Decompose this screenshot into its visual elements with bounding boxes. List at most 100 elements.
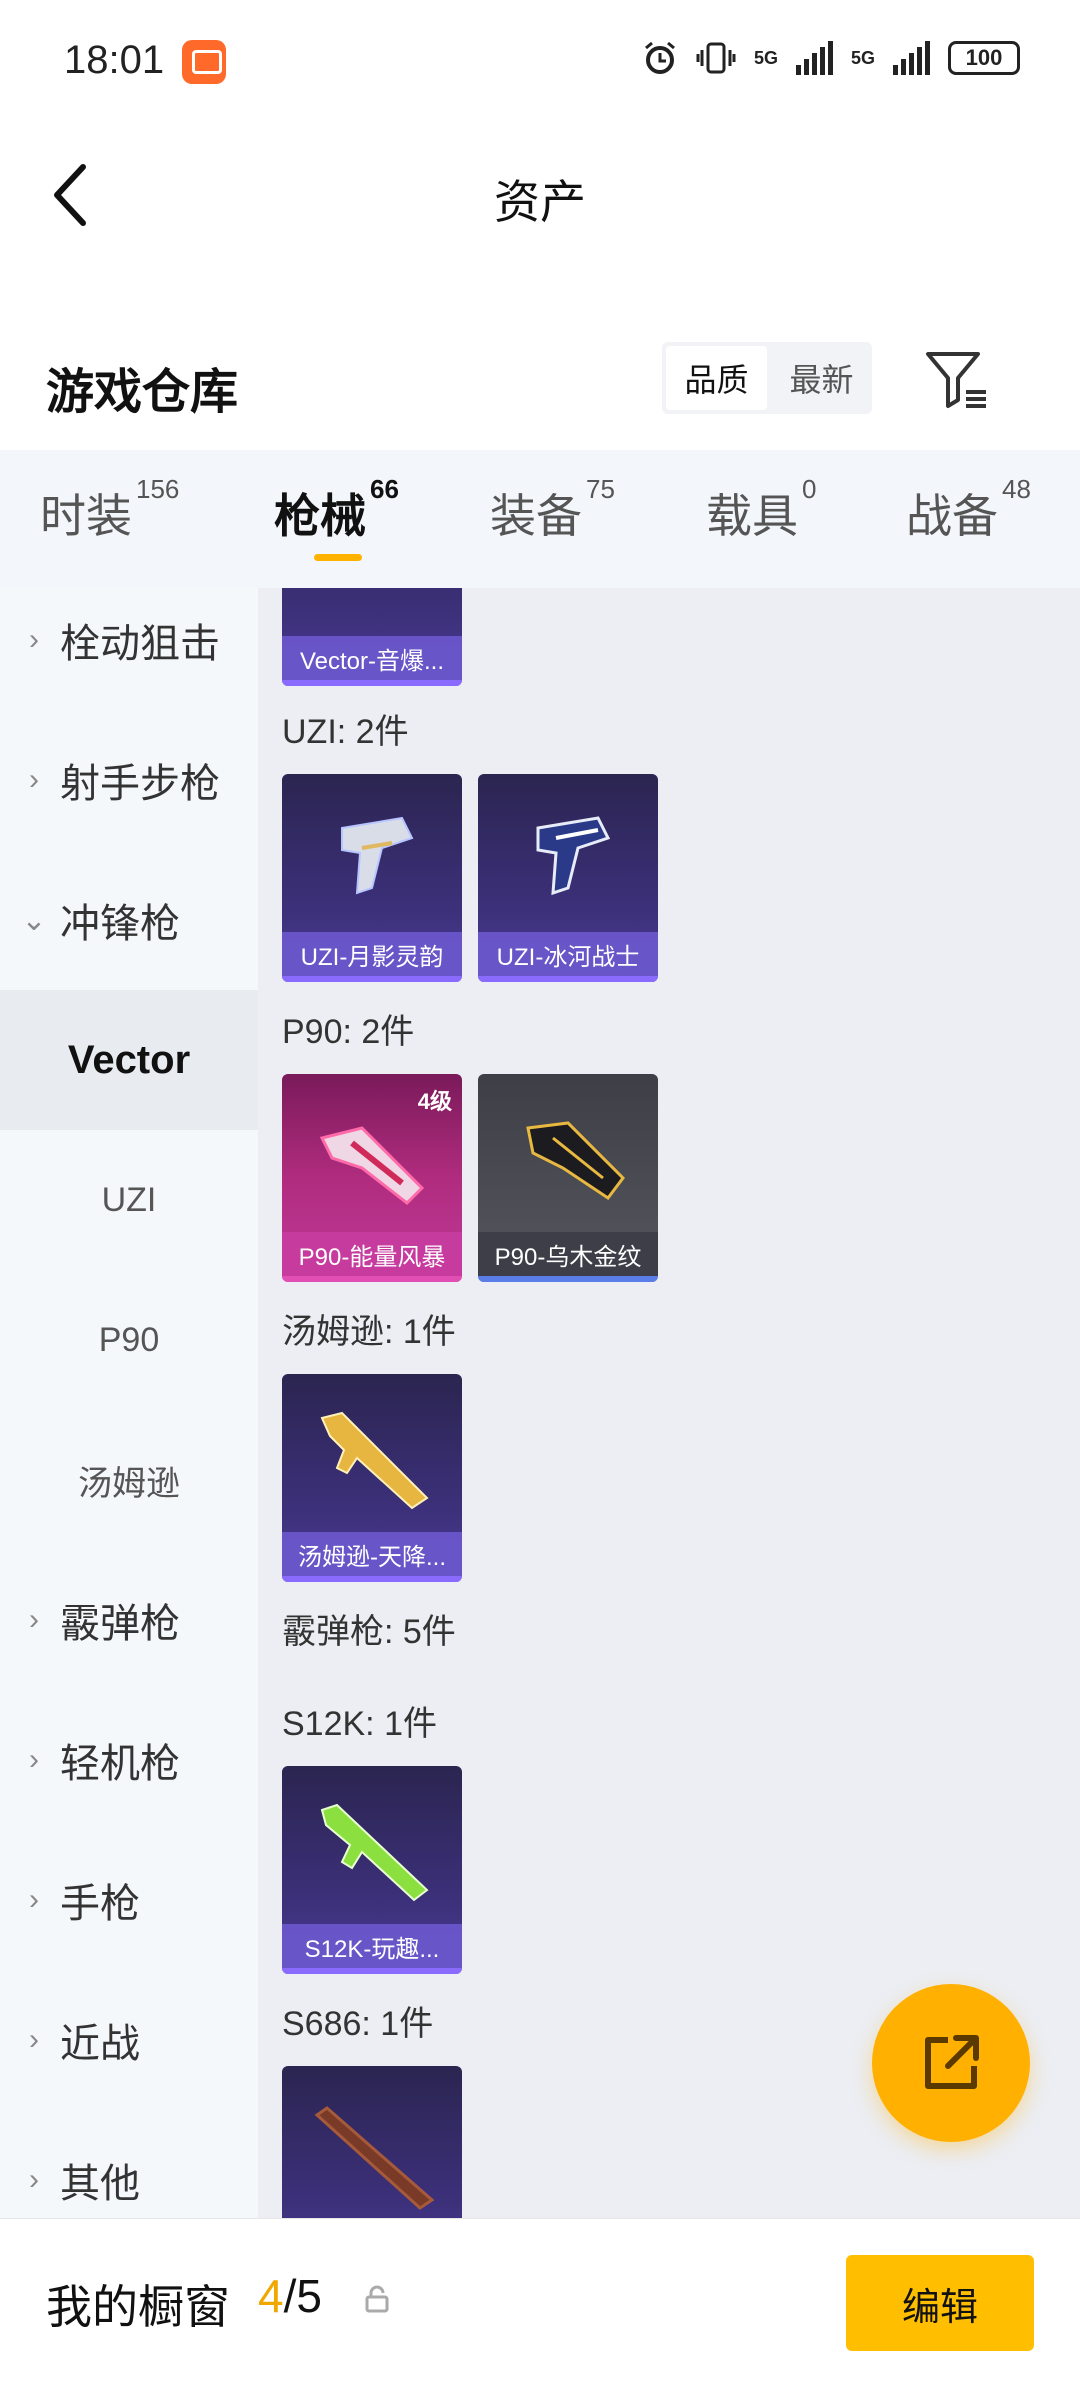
sort-quality-button[interactable]: 品质 bbox=[666, 346, 767, 410]
skin-card-s12k[interactable]: S12K-玩趣... bbox=[282, 1766, 462, 1974]
category-tabs: 时装156 枪械66 装备75 载具0 战备48 bbox=[0, 450, 1080, 588]
showcase-bar: 我的橱窗 4/5 编辑 bbox=[0, 2218, 1080, 2382]
s12k-weapon-icon bbox=[320, 1803, 429, 1902]
tab-label: 战备 bbox=[906, 490, 998, 542]
status-icons: 5G 5G 100 bbox=[642, 40, 1020, 76]
group-label-thompson: 汤姆逊: 1件 bbox=[282, 1313, 456, 1351]
sidebar-item-label: 近战 bbox=[60, 2022, 140, 2066]
sidebar-item-label: 手枪 bbox=[60, 1882, 140, 1926]
group-label-shotgun: 霰弹枪: 5件 bbox=[282, 1613, 456, 1651]
skin-card-uzi-1[interactable]: UZI-月影灵韵 bbox=[282, 774, 462, 982]
tab-vehicles[interactable]: 载具0 bbox=[706, 474, 816, 546]
thompson-weapon-icon bbox=[320, 1411, 429, 1510]
skin-card-uzi-2[interactable]: UZI-冰河战士 bbox=[478, 774, 658, 982]
sidebar-item-label: 轻机枪 bbox=[60, 1742, 180, 1786]
tab-label: 时装 bbox=[40, 490, 132, 542]
skin-card-caption: UZI-月影灵韵 bbox=[282, 932, 462, 976]
rarity-bar bbox=[282, 1968, 462, 1974]
lock-icon bbox=[365, 2285, 389, 2313]
signal-icon-1 bbox=[795, 41, 833, 75]
status-bar: 18:01 5G 5G 100 bbox=[0, 0, 1080, 120]
skin-card-caption: S12K-玩趣... bbox=[282, 1924, 462, 1968]
sidebar-item-other[interactable]: › 其他 bbox=[0, 2110, 258, 2218]
rarity-bar bbox=[282, 1576, 462, 1582]
tab-label: 载具 bbox=[706, 490, 798, 542]
sidebar-item-shotgun[interactable]: › 霰弹枪 bbox=[0, 1550, 258, 1690]
sidebar-item-label: P90 bbox=[98, 1320, 160, 1359]
sidebar-item-bolt-sniper[interactable]: › 栓动狙击 bbox=[0, 588, 258, 710]
group-label-uzi: UZI: 2件 bbox=[282, 713, 409, 751]
p90-weapon-icon bbox=[319, 1126, 425, 1205]
p90-weapon-icon bbox=[526, 1121, 625, 1201]
tab-count: 156 bbox=[136, 474, 180, 504]
group-label-s686: S686: 1件 bbox=[282, 2005, 434, 2043]
sidebar-item-melee[interactable]: › 近战 bbox=[0, 1970, 258, 2110]
sidebar-item-label: UZI bbox=[101, 1180, 157, 1219]
skin-card-caption: P90-乌木金纹 bbox=[478, 1232, 658, 1276]
sidebar-item-marksman-rifle[interactable]: › 射手步枪 bbox=[0, 710, 258, 850]
tab-firearms[interactable]: 枪械66 bbox=[274, 474, 399, 546]
tab-count: 0 bbox=[802, 474, 817, 504]
tab-count: 75 bbox=[586, 474, 615, 504]
rarity-bar bbox=[478, 976, 658, 982]
status-time: 18:01 bbox=[64, 38, 165, 82]
skin-card-caption: 汤姆逊-天降... bbox=[282, 1532, 462, 1576]
tab-supplies[interactable]: 战备48 bbox=[906, 474, 1031, 546]
sidebar-item-label: 汤姆逊 bbox=[78, 1464, 180, 1503]
sidebar-sub-thompson[interactable]: 汤姆逊 bbox=[0, 1410, 258, 1550]
vibrate-icon bbox=[696, 42, 736, 74]
group-label-p90: P90: 2件 bbox=[282, 1013, 415, 1051]
showcase-title: 我的橱窗 bbox=[46, 2281, 230, 2333]
sidebar-item-label: Vector bbox=[67, 1037, 191, 1082]
sidebar-item-pistol[interactable]: › 手枪 bbox=[0, 1830, 258, 1970]
skin-card-caption: P90-能量风暴 bbox=[282, 1232, 462, 1276]
skin-card-vector[interactable]: Vector-音爆... bbox=[282, 588, 462, 686]
showcase-total: /5 bbox=[283, 2270, 322, 2322]
network-5g-label-1: 5G bbox=[753, 47, 778, 68]
skin-card-caption: UZI-冰河战士 bbox=[478, 932, 658, 976]
share-external-icon bbox=[925, 2035, 979, 2089]
chevron-right-icon: › bbox=[29, 2163, 39, 2196]
skin-card-s686[interactable] bbox=[282, 2066, 462, 2218]
rarity-bar bbox=[478, 1276, 658, 1282]
rarity-bar bbox=[282, 1276, 462, 1282]
skin-card-p90-2[interactable]: P90-乌木金纹 bbox=[478, 1074, 658, 1282]
page-header: 资产 bbox=[0, 130, 1080, 250]
sort-newest-button[interactable]: 最新 bbox=[771, 342, 872, 414]
edit-button[interactable]: 编辑 bbox=[846, 2255, 1034, 2351]
sidebar-sub-uzi[interactable]: UZI bbox=[0, 1130, 258, 1270]
tab-fashion[interactable]: 时装156 bbox=[40, 474, 179, 546]
network-5g-label-2: 5G bbox=[850, 47, 875, 68]
kuaishou-app-icon bbox=[182, 40, 226, 84]
sidebar-item-smg[interactable]: ⌄ 冲锋枪 bbox=[0, 850, 258, 990]
sidebar-item-lmg[interactable]: › 轻机枪 bbox=[0, 1690, 258, 1830]
showcase-count: 4/5 bbox=[258, 2269, 322, 2323]
sidebar-item-label: 其他 bbox=[60, 2162, 140, 2206]
skin-card-caption: Vector-音爆... bbox=[282, 636, 462, 680]
active-tab-indicator bbox=[314, 554, 362, 561]
chevron-right-icon: › bbox=[29, 763, 39, 796]
sidebar-sub-vector[interactable]: Vector bbox=[0, 990, 258, 1130]
page-title: 资产 bbox=[494, 176, 586, 228]
chevron-right-icon: › bbox=[29, 2023, 39, 2056]
alarm-icon bbox=[645, 41, 675, 74]
share-fab[interactable] bbox=[872, 1984, 1030, 2142]
sidebar-item-label: 霰弹枪 bbox=[60, 1602, 180, 1646]
tab-count: 48 bbox=[1002, 474, 1031, 504]
signal-icon-2 bbox=[893, 41, 930, 75]
skin-card-p90-1[interactable]: 4级 P90-能量风暴 bbox=[282, 1074, 462, 1282]
sort-toggle: 品质 最新 bbox=[662, 342, 872, 414]
sidebar-sub-p90[interactable]: P90 bbox=[0, 1270, 258, 1410]
warehouse-header: 游戏仓库 品质 最新 bbox=[0, 330, 1080, 430]
tab-equipment[interactable]: 装备75 bbox=[490, 474, 615, 546]
filter-icon[interactable] bbox=[922, 344, 992, 414]
group-label-s12k: S12K: 1件 bbox=[282, 1705, 437, 1743]
chevron-right-icon: › bbox=[29, 1743, 39, 1776]
s686-weapon-icon bbox=[314, 2106, 435, 2210]
rarity-bar bbox=[282, 680, 462, 686]
rarity-bar bbox=[282, 976, 462, 982]
tab-count: 66 bbox=[370, 474, 399, 504]
sidebar-item-label: 冲锋枪 bbox=[60, 902, 180, 946]
skin-card-thompson[interactable]: 汤姆逊-天降... bbox=[282, 1374, 462, 1582]
chevron-down-icon: ⌄ bbox=[21, 903, 47, 937]
